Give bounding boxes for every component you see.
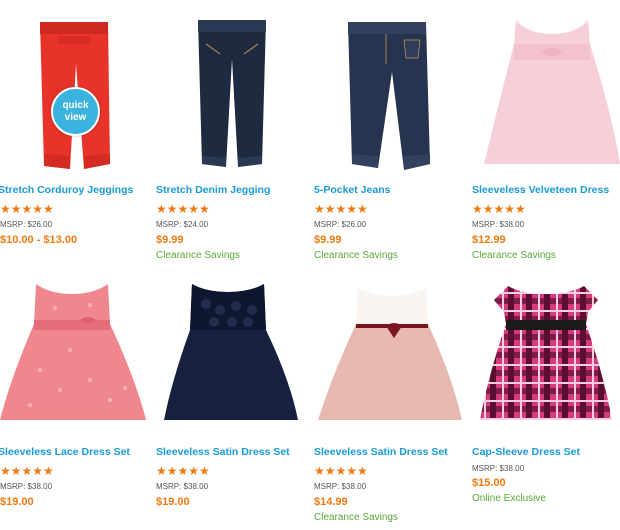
star-rating: ★★★★★ [156, 464, 210, 478]
msrp-label: MSRP: $38.00 [0, 482, 53, 491]
price: $19.00 [156, 496, 190, 508]
price: $10.00 - $13.00 [0, 234, 78, 246]
msrp-label: MSRP: $26.00 [0, 220, 53, 229]
clearance-note: Clearance Savings [314, 250, 398, 261]
clearance-note: Clearance Savings [314, 512, 398, 523]
product-title[interactable]: Stretch Corduroy Jeggings [0, 184, 133, 196]
msrp-label: MSRP: $26.00 [314, 220, 367, 229]
product-image-jeans[interactable] [314, 14, 474, 189]
msrp-label: MSRP: $38.00 [472, 464, 525, 473]
clearance-note: Clearance Savings [472, 250, 556, 261]
price: $14.99 [314, 496, 348, 508]
product-title[interactable]: Sleeveless Lace Dress Set [0, 446, 130, 458]
price: $9.99 [156, 234, 184, 246]
product-image-red-jeggings[interactable]: quick view [0, 14, 160, 189]
product-title[interactable]: Sleeveless Satin Dress Set [314, 446, 448, 458]
product-title[interactable]: Cap-Sleeve Dress Set [472, 446, 580, 458]
product-image-pink-lace-dress[interactable] [0, 280, 160, 455]
star-rating: ★★★★★ [314, 464, 368, 478]
msrp-label: MSRP: $38.00 [156, 482, 209, 491]
product-image-pink-velveteen-dress[interactable] [472, 14, 620, 189]
star-rating: ★★★★★ [472, 202, 526, 216]
product-title[interactable]: Stretch Denim Jegging [156, 184, 270, 196]
product-title[interactable]: Sleeveless Satin Dress Set [156, 446, 290, 458]
msrp-label: MSRP: $38.00 [472, 220, 525, 229]
star-rating: ★★★★★ [156, 202, 210, 216]
price: $12.99 [472, 234, 506, 246]
product-image-denim-jegging[interactable] [156, 14, 316, 189]
quick-view-button[interactable]: quick view [51, 87, 100, 136]
quick-view-line1: quick [62, 99, 89, 111]
product-title[interactable]: Sleeveless Velveteen Dress [472, 184, 609, 196]
msrp-label: MSRP: $24.00 [156, 220, 209, 229]
star-rating: ★★★★★ [0, 464, 54, 478]
product-image-plaid-dress[interactable] [472, 280, 620, 455]
price: $9.99 [314, 234, 342, 246]
star-rating: ★★★★★ [314, 202, 368, 216]
product-image-navy-satin-dress[interactable] [156, 280, 316, 455]
product-title[interactable]: 5-Pocket Jeans [314, 184, 390, 196]
msrp-label: MSRP: $38.00 [314, 482, 367, 491]
clearance-note: Clearance Savings [156, 250, 240, 261]
product-image-blush-satin-dress[interactable] [314, 280, 474, 455]
star-rating: ★★★★★ [0, 202, 54, 216]
quick-view-line2: view [64, 111, 87, 123]
price: $19.00 [0, 496, 34, 508]
online-exclusive-note: Online Exclusive [472, 493, 546, 504]
price: $15.00 [472, 477, 506, 489]
